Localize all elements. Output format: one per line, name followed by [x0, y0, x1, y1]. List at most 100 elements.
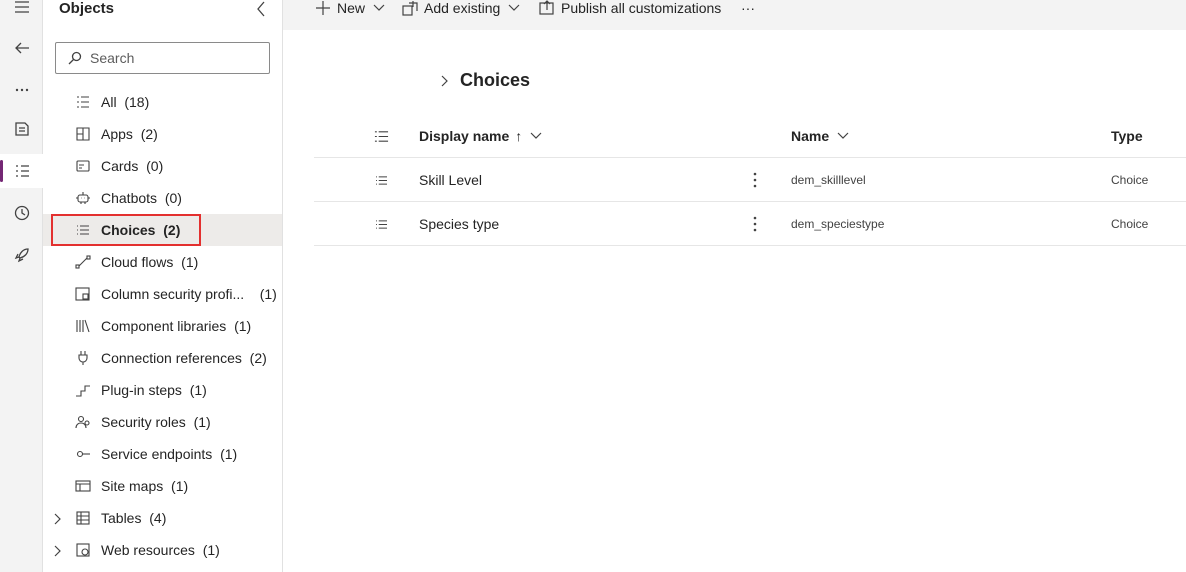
- table-row[interactable]: Skill Level dem_skilllevel Choice: [314, 158, 1186, 202]
- nav-label: Connection references: [101, 350, 242, 366]
- globe-icon: [74, 541, 92, 559]
- nav-count: (1): [220, 446, 238, 462]
- objects-panel: Objects All (18) Apps (2) Cards (0) Chat…: [43, 0, 283, 572]
- nav-item-apps[interactable]: Apps (2): [43, 118, 282, 150]
- nav-count: (2): [249, 350, 267, 366]
- nav-item-site-maps[interactable]: Site maps (1): [43, 470, 282, 502]
- display-name-column-header[interactable]: Display name ↑: [419, 114, 542, 158]
- grid-header: Display name ↑ Name Type: [314, 114, 1186, 158]
- nav-label: Column security profi...: [101, 286, 245, 302]
- card-icon: [74, 157, 92, 175]
- nav-item-component-libraries[interactable]: Component libraries (1): [43, 310, 282, 342]
- chevron-right-icon[interactable]: [53, 512, 63, 525]
- command-bar: New Add existing Publish all customizati…: [283, 0, 1186, 30]
- list-icon: [74, 93, 92, 111]
- steps-icon: [74, 381, 92, 399]
- choice-row-icon: [375, 158, 388, 202]
- nav-count: (2): [163, 222, 181, 238]
- table-row[interactable]: Species type dem_speciestype Choice: [314, 202, 1186, 246]
- nav-label: Tables: [101, 510, 142, 526]
- nav-item-cloud-flows[interactable]: Cloud flows (1): [43, 246, 282, 278]
- people-icon: [74, 413, 92, 431]
- objects-icon[interactable]: [0, 154, 43, 188]
- name-column-header[interactable]: Name: [791, 114, 849, 158]
- nav-label: Chatbots: [101, 190, 158, 206]
- nav-label: Site maps: [101, 478, 164, 494]
- chevron-down-icon: [373, 4, 385, 11]
- nav-count: (1): [259, 286, 277, 302]
- collapse-panel-icon[interactable]: [253, 0, 269, 18]
- type-header-label: Type: [1111, 128, 1143, 144]
- chevron-down-icon: [508, 4, 520, 11]
- nav-item-chatbots[interactable]: Chatbots (0): [43, 182, 282, 214]
- display-name-header-label: Display name: [419, 128, 510, 144]
- nav-label: Plug-in steps: [101, 382, 182, 398]
- nav-count: (1): [189, 382, 207, 398]
- table-icon: [74, 509, 92, 527]
- nav-count: (1): [234, 318, 252, 334]
- breadcrumb: Choices: [440, 70, 530, 91]
- more-icon[interactable]: [0, 73, 43, 107]
- flow-icon: [74, 253, 92, 271]
- nav-item-security-roles[interactable]: Security roles (1): [43, 406, 282, 438]
- history-icon[interactable]: [0, 196, 43, 230]
- add-existing-button[interactable]: Add existing: [402, 0, 520, 23]
- left-rail: [0, 0, 43, 572]
- menu-icon[interactable]: [0, 0, 43, 24]
- type-column-header[interactable]: Type: [1111, 114, 1143, 158]
- nav-item-connection-references[interactable]: Connection references (2): [43, 342, 282, 374]
- nav-count: (4): [149, 510, 167, 526]
- nav-label: Apps: [101, 126, 133, 142]
- search-icon: [68, 51, 82, 65]
- nav-item-web-resources[interactable]: Web resources (1): [43, 534, 282, 566]
- display-name-cell[interactable]: Species type: [419, 202, 499, 246]
- nav-label: Web resources: [101, 542, 195, 558]
- row-more-options-icon[interactable]: [753, 202, 757, 246]
- new-button[interactable]: New: [315, 0, 385, 23]
- rocket-icon[interactable]: [0, 238, 43, 272]
- display-name-cell[interactable]: Skill Level: [419, 158, 482, 202]
- search-input[interactable]: [90, 50, 260, 66]
- back-icon[interactable]: [0, 31, 43, 65]
- nav-item-service-endpoints[interactable]: Service endpoints (1): [43, 438, 282, 470]
- book-icon[interactable]: [0, 112, 43, 146]
- chevron-right-icon[interactable]: [53, 544, 63, 557]
- nav-count: (0): [146, 158, 164, 174]
- nav-item-plug-in-steps[interactable]: Plug-in steps (1): [43, 374, 282, 406]
- nav-item-choices[interactable]: Choices (2): [43, 214, 282, 246]
- nav-count: (1): [193, 414, 211, 430]
- nav-item-all[interactable]: All (18): [43, 86, 282, 118]
- chevron-right-icon[interactable]: [440, 75, 448, 87]
- nav-item-cards[interactable]: Cards (0): [43, 150, 282, 182]
- objects-title: Objects: [59, 0, 115, 17]
- nav-item-tables[interactable]: Tables (4): [43, 502, 282, 534]
- add-existing-icon: [402, 1, 418, 16]
- search-box[interactable]: [55, 42, 270, 74]
- new-label: New: [337, 0, 366, 16]
- nav-label: Choices: [101, 222, 156, 238]
- select-all-icon[interactable]: [374, 114, 389, 158]
- nav-count: (0): [164, 190, 182, 206]
- apps-icon: [74, 125, 92, 143]
- library-icon: [74, 317, 92, 335]
- overflow-icon: ···: [741, 0, 755, 16]
- publish-all-button[interactable]: Publish all customizations: [539, 0, 721, 23]
- nav-label: Security roles: [101, 414, 186, 430]
- plus-icon: [316, 1, 330, 15]
- chevron-down-icon: [530, 132, 542, 139]
- choices-icon: [74, 221, 92, 239]
- publish-label: Publish all customizations: [561, 0, 722, 16]
- nav-count: (1): [181, 254, 199, 270]
- publish-icon: [539, 0, 554, 15]
- name-cell: dem_skilllevel: [791, 173, 866, 187]
- name-header-label: Name: [791, 128, 830, 144]
- security-profile-icon: [74, 285, 92, 303]
- sort-ascending-icon: ↑: [515, 128, 523, 144]
- row-more-options-icon[interactable]: [753, 158, 757, 202]
- name-cell: dem_speciestype: [791, 217, 885, 231]
- add-existing-label: Add existing: [424, 0, 501, 16]
- nav-count: (1): [202, 542, 220, 558]
- more-commands-button[interactable]: ···: [741, 0, 755, 23]
- nav-item-column-security-profiles[interactable]: Column security profi... (1): [43, 278, 282, 310]
- bot-icon: [74, 189, 92, 207]
